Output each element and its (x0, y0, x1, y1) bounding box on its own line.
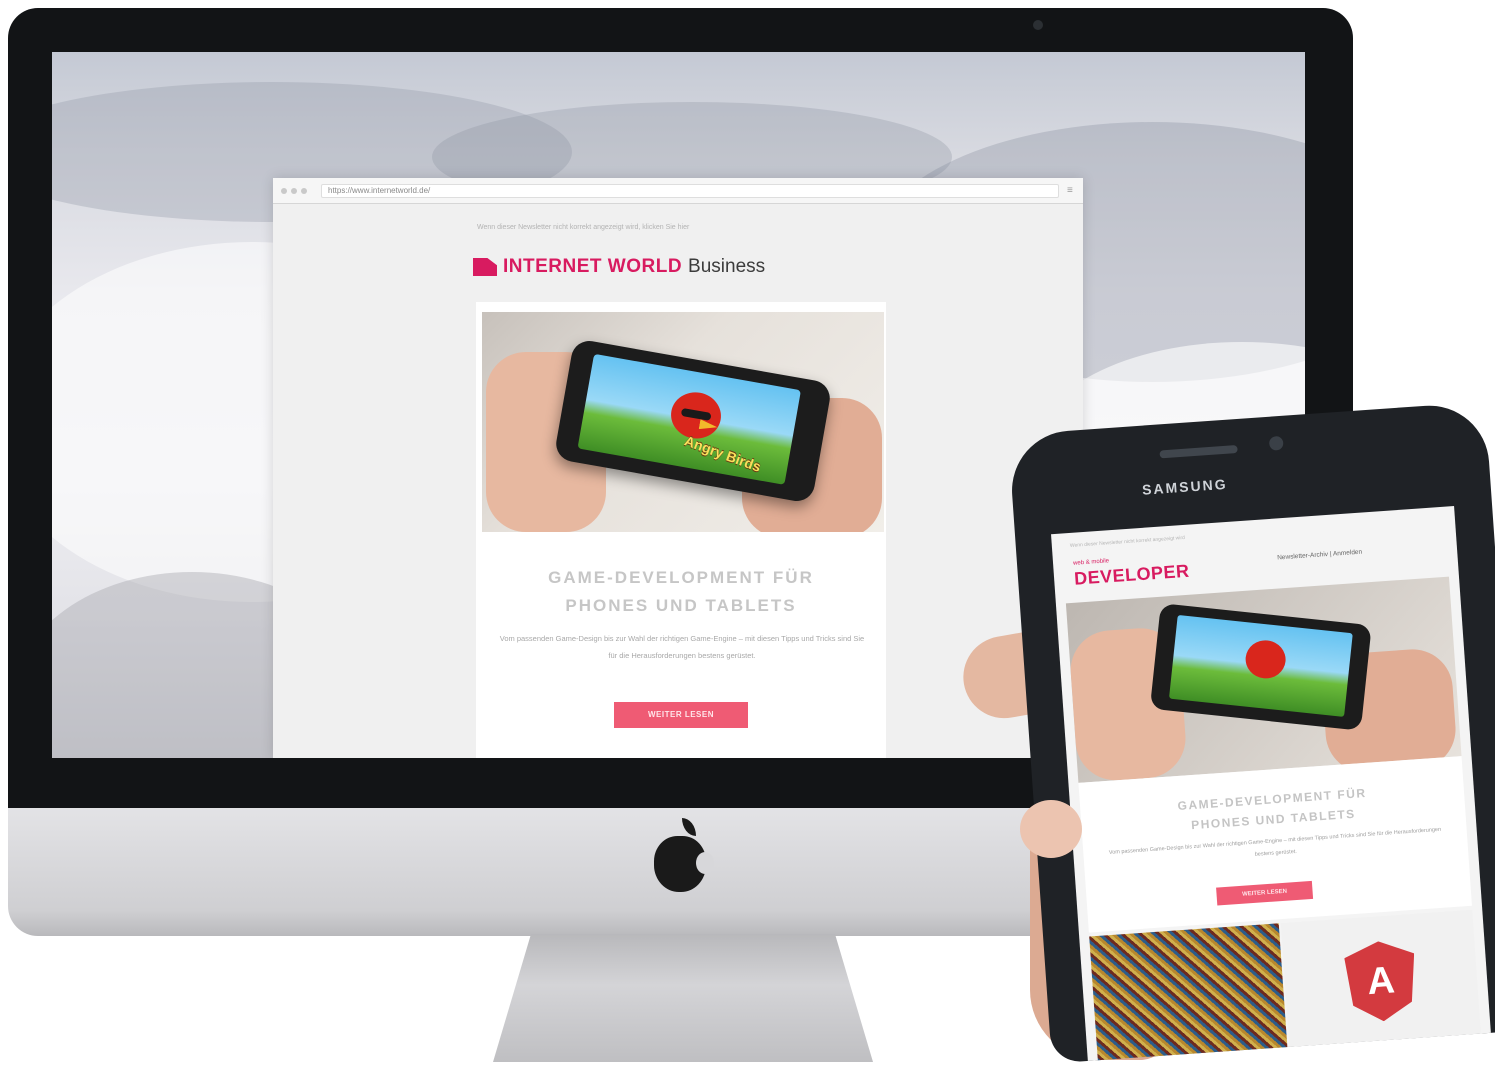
mobile-article-card: GAME-DEVELOPMENT FÜR PHONES UND TABLETS … (1078, 756, 1472, 933)
red-bird-icon (667, 388, 725, 443)
cable-tangle-image[interactable] (1089, 923, 1288, 1063)
mobile-preheader[interactable]: Wenn dieser Newsletter nicht korrekt ang… (1070, 535, 1185, 549)
red-bird-icon (1243, 638, 1288, 681)
imac-camera (1033, 20, 1043, 30)
imac-stand (493, 934, 873, 1062)
article-headline[interactable]: GAME-DEVELOPMENT FÜR PHONES UND TABLETS (506, 564, 856, 620)
window-controls[interactable] (281, 187, 307, 194)
angular-tile[interactable]: A (1280, 909, 1482, 1053)
newsletter-article-card: Angry Birds GAME-DEVELOPMENT FÜR PHONES … (476, 302, 886, 758)
brand-mark-icon (473, 258, 497, 276)
mobile-nav-links[interactable]: Newsletter-Archiv | Anmelden (1277, 549, 1362, 562)
maximize-window-icon[interactable] (301, 187, 307, 194)
mobile-read-more-button[interactable]: WEITER LESEN (1216, 880, 1314, 906)
mobile-hero-image[interactable] (1065, 576, 1462, 783)
game-title: Angry Birds (682, 432, 764, 475)
apple-logo-icon (648, 818, 714, 900)
phone-brand: SAMSUNG (1141, 475, 1229, 498)
headline-line-1: GAME-DEVELOPMENT FÜR (548, 568, 814, 587)
read-more-button[interactable]: WEITER LESEN (614, 702, 748, 728)
brand-name: INTERNET WORLD (503, 256, 683, 277)
article-hero-image[interactable]: Angry Birds (482, 312, 884, 532)
address-bar[interactable]: https://www.internetworld.de/ (321, 183, 1059, 198)
hand-fingertip (1020, 800, 1082, 858)
mobile-brand-tagline: web & mobile (1072, 558, 1110, 567)
phone-camera-icon (1268, 435, 1284, 451)
brand-suffix: Business (688, 256, 766, 277)
minimize-window-icon[interactable] (291, 187, 297, 194)
game-screen (1168, 614, 1353, 717)
phone-screen: Wenn dieser Newsletter nicht korrekt ang… (1051, 506, 1492, 1063)
newsletter-brand[interactable]: INTERNET WORLD Business (473, 256, 765, 278)
device-mockup-scene: https://www.internetworld.de/ ≡ Wenn die… (0, 0, 1495, 1066)
article-teaser: Vom passenden Game-Design bis zur Wahl d… (499, 634, 865, 660)
hamburger-menu-icon[interactable]: ≡ (1067, 185, 1073, 196)
headline-line-2: PHONES UND TABLETS (565, 596, 797, 615)
hero-phone (1149, 603, 1372, 731)
game-screen: Angry Birds (577, 353, 801, 485)
newsletter-preheader[interactable]: Wenn dieser Newsletter nicht korrekt ang… (477, 224, 689, 231)
mobile-article-tiles: A (1089, 909, 1482, 1063)
close-window-icon[interactable] (281, 187, 287, 194)
phone-speaker (1159, 445, 1238, 459)
angular-logo-icon: A (1343, 939, 1418, 1024)
smartphone: SAMSUNG Wenn dieser Newsletter nicht kor… (1008, 401, 1495, 1064)
browser-window: https://www.internetworld.de/ ≡ Wenn die… (273, 178, 1083, 758)
browser-toolbar: https://www.internetworld.de/ ≡ (273, 178, 1083, 204)
